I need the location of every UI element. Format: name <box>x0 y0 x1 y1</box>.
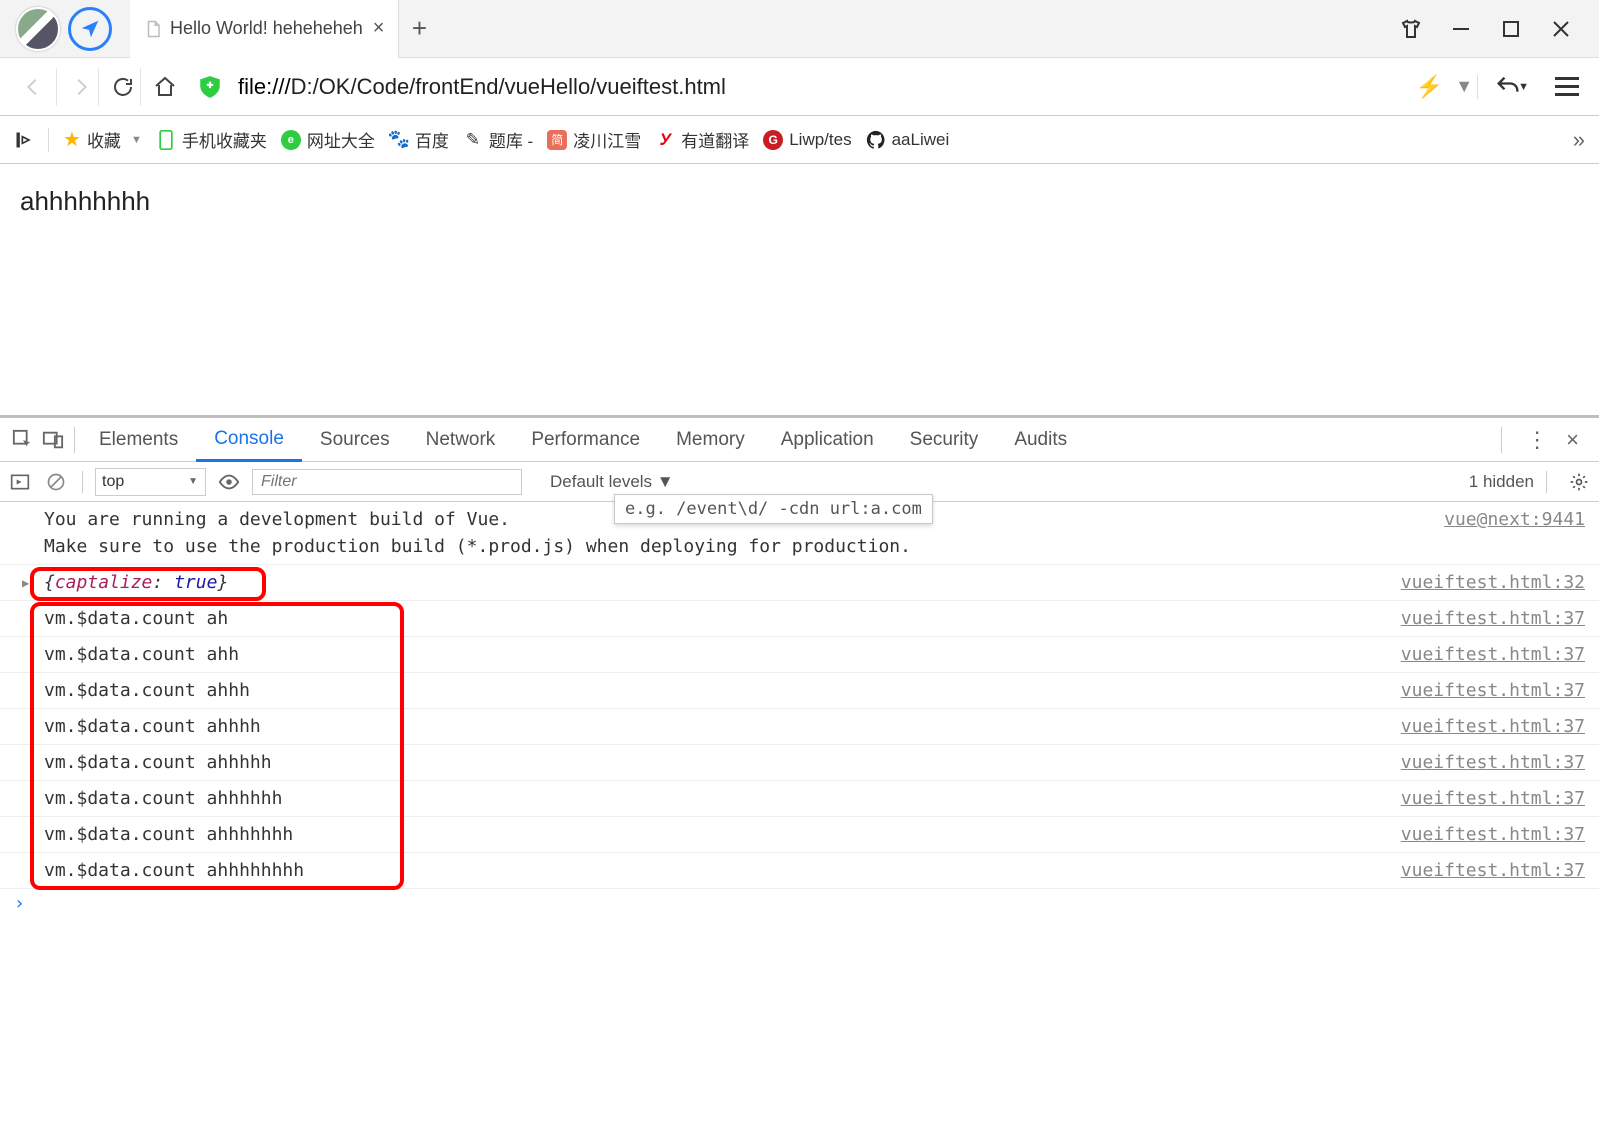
minimize-button[interactable] <box>1449 17 1473 41</box>
file-icon <box>144 20 162 38</box>
forward-button[interactable] <box>56 68 94 106</box>
tab-performance[interactable]: Performance <box>513 418 658 462</box>
console-row: vm.$data.count ahhhhhvueiftest.html:37 <box>0 745 1599 781</box>
console-output: You are running a development build of V… <box>0 502 1599 948</box>
console-row-object[interactable]: ▶ {captalize: true} vueiftest.html:32 <box>0 565 1599 601</box>
youdao-icon: У <box>655 130 675 150</box>
filter-input[interactable] <box>252 469 522 495</box>
source-link[interactable]: vueiftest.html:37 <box>1401 713 1585 740</box>
bookmarks-bar: ★收藏▼ 手机收藏夹 e网址大全 🐾百度 ✎题库 - 简凌川江雪 У有道翻译 G… <box>0 116 1599 164</box>
source-link[interactable]: vueiftest.html:37 <box>1401 605 1585 632</box>
bookmark-github[interactable]: aaLiwei <box>866 130 950 150</box>
security-shield-icon[interactable] <box>196 73 224 101</box>
console-settings-icon[interactable] <box>1569 472 1589 492</box>
console-row: vm.$data.count ahvueiftest.html:37 <box>0 601 1599 637</box>
clear-console-icon[interactable] <box>46 472 70 492</box>
devtools-menu-icon[interactable]: ⋮ <box>1526 427 1548 453</box>
source-link[interactable]: vue@next:9441 <box>1444 506 1585 560</box>
address-bar[interactable]: file:///D:/OK/Code/frontEnd/vueHello/vue… <box>234 70 1404 104</box>
fast-mode-icon[interactable]: ⚡ <box>1416 74 1443 100</box>
source-link[interactable]: vueiftest.html:37 <box>1401 821 1585 848</box>
browser-logo-icon[interactable] <box>68 7 112 51</box>
source-link[interactable]: vueiftest.html:37 <box>1401 749 1585 776</box>
tab-title: Hello World! heheheheh <box>170 18 363 39</box>
profile-avatar[interactable] <box>16 7 60 51</box>
expand-triangle-icon[interactable]: ▶ <box>22 574 29 592</box>
undo-close-button[interactable]: ▼ <box>1494 73 1529 101</box>
home-button[interactable] <box>140 68 178 106</box>
close-window-button[interactable] <box>1549 17 1573 41</box>
log-levels-dropdown[interactable]: Default levels ▼ <box>550 472 674 492</box>
bookmark-baidu[interactable]: 🐾百度 <box>389 127 449 152</box>
console-toolbar: top Default levels ▼ 1 hidden e.g. /even… <box>0 462 1599 502</box>
bookmarks-overflow-button[interactable]: » <box>1573 127 1585 153</box>
tab-console[interactable]: Console <box>196 418 302 462</box>
page-text: ahhhhhhhh <box>20 186 150 216</box>
url-dropdown-icon[interactable]: ▼ <box>1455 76 1473 97</box>
tab-close-button[interactable]: × <box>373 17 385 40</box>
browser-tab[interactable]: Hello World! heheheheh × <box>130 0 399 58</box>
bookmark-jianshu[interactable]: 简凌川江雪 <box>547 127 641 152</box>
bookmark-sites[interactable]: e网址大全 <box>281 127 375 152</box>
360-icon: e <box>281 130 301 150</box>
maximize-button[interactable] <box>1499 17 1523 41</box>
tab-network[interactable]: Network <box>408 418 514 462</box>
tab-application[interactable]: Application <box>763 418 892 462</box>
console-row: vm.$data.count ahhhhvueiftest.html:37 <box>0 709 1599 745</box>
device-toggle-icon[interactable] <box>38 429 68 451</box>
phone-icon <box>156 130 176 150</box>
source-link[interactable]: vueiftest.html:32 <box>1401 569 1585 596</box>
source-link[interactable]: vueiftest.html:37 <box>1401 857 1585 884</box>
bookmark-favorites[interactable]: ★收藏▼ <box>63 127 142 152</box>
devtools-close-icon[interactable]: × <box>1566 427 1579 453</box>
source-link[interactable]: vueiftest.html:37 <box>1401 785 1585 812</box>
console-row: vm.$data.count ahhhvueiftest.html:37 <box>0 673 1599 709</box>
console-row: vm.$data.count ahhhhhhhhvueiftest.html:3… <box>0 853 1599 889</box>
tab-audits[interactable]: Audits <box>996 418 1085 462</box>
nav-toolbar: file:///D:/OK/Code/frontEnd/vueHello/vue… <box>0 58 1599 116</box>
back-button[interactable] <box>14 68 52 106</box>
source-link[interactable]: vueiftest.html:37 <box>1401 641 1585 668</box>
console-prompt[interactable]: › <box>0 889 1599 918</box>
bookmark-youdao[interactable]: У有道翻译 <box>655 127 749 152</box>
tab-elements[interactable]: Elements <box>81 418 196 462</box>
console-row: vm.$data.count ahhvueiftest.html:37 <box>0 637 1599 673</box>
devtools-tabs: Elements Console Sources Network Perform… <box>0 418 1599 462</box>
bookmark-mobile[interactable]: 手机收藏夹 <box>156 127 267 152</box>
filter-tooltip: e.g. /event\d/ -cdn url:a.com <box>614 494 933 524</box>
hidden-count[interactable]: 1 hidden <box>1469 472 1534 492</box>
github-icon <box>866 130 886 150</box>
inspect-element-icon[interactable] <box>8 429 38 451</box>
console-row: vm.$data.count ahhhhhhvueiftest.html:37 <box>0 781 1599 817</box>
page-content: ahhhhhhhh <box>0 164 1599 415</box>
execute-icon[interactable] <box>10 472 34 492</box>
main-menu-button[interactable] <box>1555 77 1585 96</box>
bookmarks-toggle-icon[interactable] <box>14 130 34 150</box>
pen-icon: ✎ <box>463 130 483 150</box>
baidu-icon: 🐾 <box>389 130 409 150</box>
context-select[interactable]: top <box>95 468 206 496</box>
tab-security[interactable]: Security <box>892 418 997 462</box>
tab-sources[interactable]: Sources <box>302 418 408 462</box>
jianshu-icon: 简 <box>547 130 567 150</box>
new-tab-button[interactable]: + <box>399 13 439 44</box>
devtools-panel: Elements Console Sources Network Perform… <box>0 415 1599 948</box>
tab-memory[interactable]: Memory <box>658 418 763 462</box>
title-bar: Hello World! heheheheh × + <box>0 0 1599 58</box>
star-icon: ★ <box>63 127 81 152</box>
live-expression-icon[interactable] <box>218 471 240 493</box>
bookmark-gitee[interactable]: GLiwp/tes <box>763 130 851 150</box>
bookmark-quiz[interactable]: ✎题库 - <box>463 127 533 152</box>
console-row: vm.$data.count ahhhhhhhvueiftest.html:37 <box>0 817 1599 853</box>
tshirt-icon[interactable] <box>1399 17 1423 41</box>
source-link[interactable]: vueiftest.html:37 <box>1401 677 1585 704</box>
gitee-icon: G <box>763 130 783 150</box>
reload-button[interactable] <box>98 68 136 106</box>
